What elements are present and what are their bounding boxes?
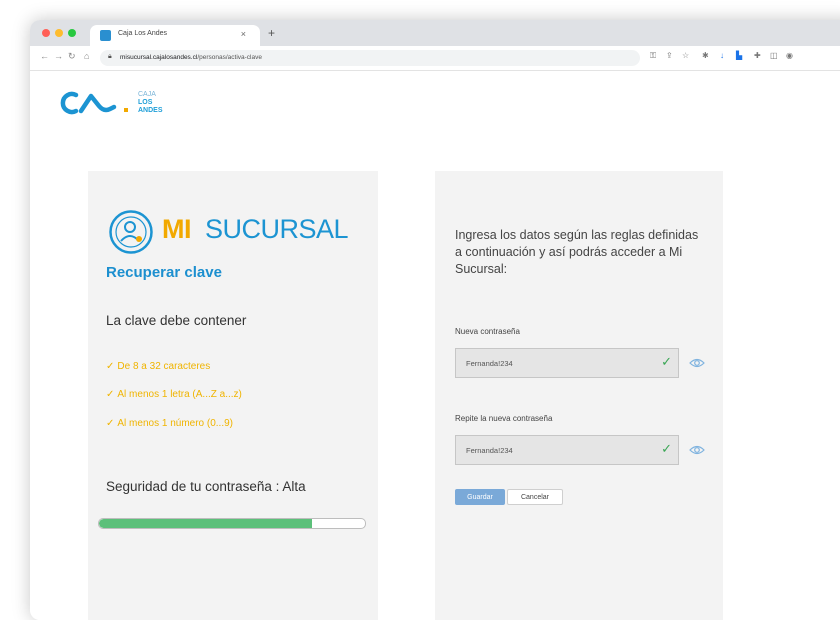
site-favicon-icon [100, 30, 111, 41]
browser-toolbar: ← → ↻ ⌂ 🔒︎ misucursal.cajalosandes.cl/pe… [30, 46, 840, 71]
password-strength-text: Seguridad de tu contraseña : Alta [106, 479, 306, 494]
new-password-label: Nueva contraseña [455, 327, 520, 336]
form-instructions: Ingresa los datos según las reglas defin… [455, 228, 699, 276]
rules-title: La clave debe contener [106, 313, 247, 328]
page-title: Recuperar clave [106, 264, 222, 281]
password-strength-bar [98, 518, 366, 529]
show-password-eye-icon[interactable] [689, 444, 705, 456]
close-window-button[interactable] [42, 29, 50, 37]
rule-item: ✓ Al menos 1 letra (A...Z a...z) [106, 389, 242, 400]
address-bar[interactable]: 🔒︎ misucursal.cajalosandes.cl/personas/a… [100, 50, 640, 66]
extension-icon[interactable]: ✱ [702, 51, 709, 60]
reload-icon[interactable]: ↻ [68, 51, 76, 62]
cancel-button[interactable]: Cancelar [507, 489, 563, 505]
download-icon[interactable]: ↓ [720, 51, 724, 60]
share-icon[interactable]: ⇪ [666, 51, 673, 60]
translate-icon[interactable]: ▙ [736, 51, 742, 60]
password-form-panel: Ingresa los datos según las reglas defin… [435, 171, 723, 620]
url-text: misucursal.cajalosandes.cl/personas/acti… [120, 54, 262, 61]
bookmark-star-icon[interactable]: ☆ [682, 51, 689, 60]
browser-tab[interactable]: Caja Los Andes × [90, 25, 260, 46]
key-icon[interactable]: ⚿ [650, 51, 656, 61]
mi-sucursal-user-icon [109, 210, 153, 254]
repeat-password-label: Repite la nueva contraseña [455, 414, 553, 423]
tab-close-icon[interactable]: × [241, 29, 246, 39]
logo-line-los: LOS [138, 99, 153, 106]
password-rules-panel: MI SUCURSAL Recuperar clave La clave deb… [88, 171, 378, 620]
new-password-value: Fernanda!234 [466, 359, 513, 368]
rule-item: ✓ Al menos 1 número (0...9) [106, 418, 233, 429]
check-circle-icon: ✓ [106, 361, 115, 372]
brand-sucursal: SUCURSAL [205, 214, 349, 244]
tab-title: Caja Los Andes [118, 30, 168, 37]
maximize-window-button[interactable] [68, 29, 76, 37]
show-password-eye-icon[interactable] [689, 357, 705, 369]
save-button[interactable]: Guardar [455, 489, 505, 505]
caja-los-andes-logo-icon[interactable] [58, 91, 134, 115]
check-circle-icon: ✓ [106, 418, 115, 429]
valid-check-icon: ✓ [661, 354, 672, 369]
browser-window: Caja Los Andes × + ← → ↻ ⌂ 🔒︎ misucursal… [30, 20, 840, 620]
brand-mi: MI [162, 214, 192, 244]
forward-icon[interactable]: → [54, 51, 63, 61]
page-content: CAJA LOS ANDES MI SUCURSAL Recuperar cla… [30, 71, 840, 620]
profile-icon[interactable]: ◉ [786, 51, 793, 60]
back-icon[interactable]: ← [40, 51, 49, 61]
check-circle-icon: ✓ [106, 389, 115, 400]
new-password-field[interactable]: Fernanda!234 ✓ [455, 348, 679, 378]
logo-line-andes: ANDES [138, 107, 163, 114]
password-strength-fill [99, 519, 312, 528]
logo-wordmark: CAJA LOS ANDES [138, 91, 163, 115]
tab-bar: Caja Los Andes × + [30, 20, 840, 46]
rule-item: ✓ De 8 a 32 caracteres [106, 361, 211, 372]
logo-line-caja: CAJA [138, 91, 156, 98]
lock-icon: 🔒︎ [108, 53, 112, 60]
repeat-password-field[interactable]: Fernanda!234 ✓ [455, 435, 679, 465]
valid-check-icon: ✓ [661, 441, 672, 456]
repeat-password-value: Fernanda!234 [466, 446, 513, 455]
puzzle-icon[interactable]: ✚ [754, 51, 761, 60]
home-icon[interactable]: ⌂ [84, 51, 89, 61]
sidebar-icon[interactable]: ◫ [770, 51, 778, 60]
minimize-window-button[interactable] [55, 29, 63, 37]
toolbar-icons: ⚿ ⇪ ☆ ✱ ↓ ▙ ✚ ◫ ◉ [640, 51, 840, 65]
new-tab-button[interactable]: + [268, 26, 275, 40]
